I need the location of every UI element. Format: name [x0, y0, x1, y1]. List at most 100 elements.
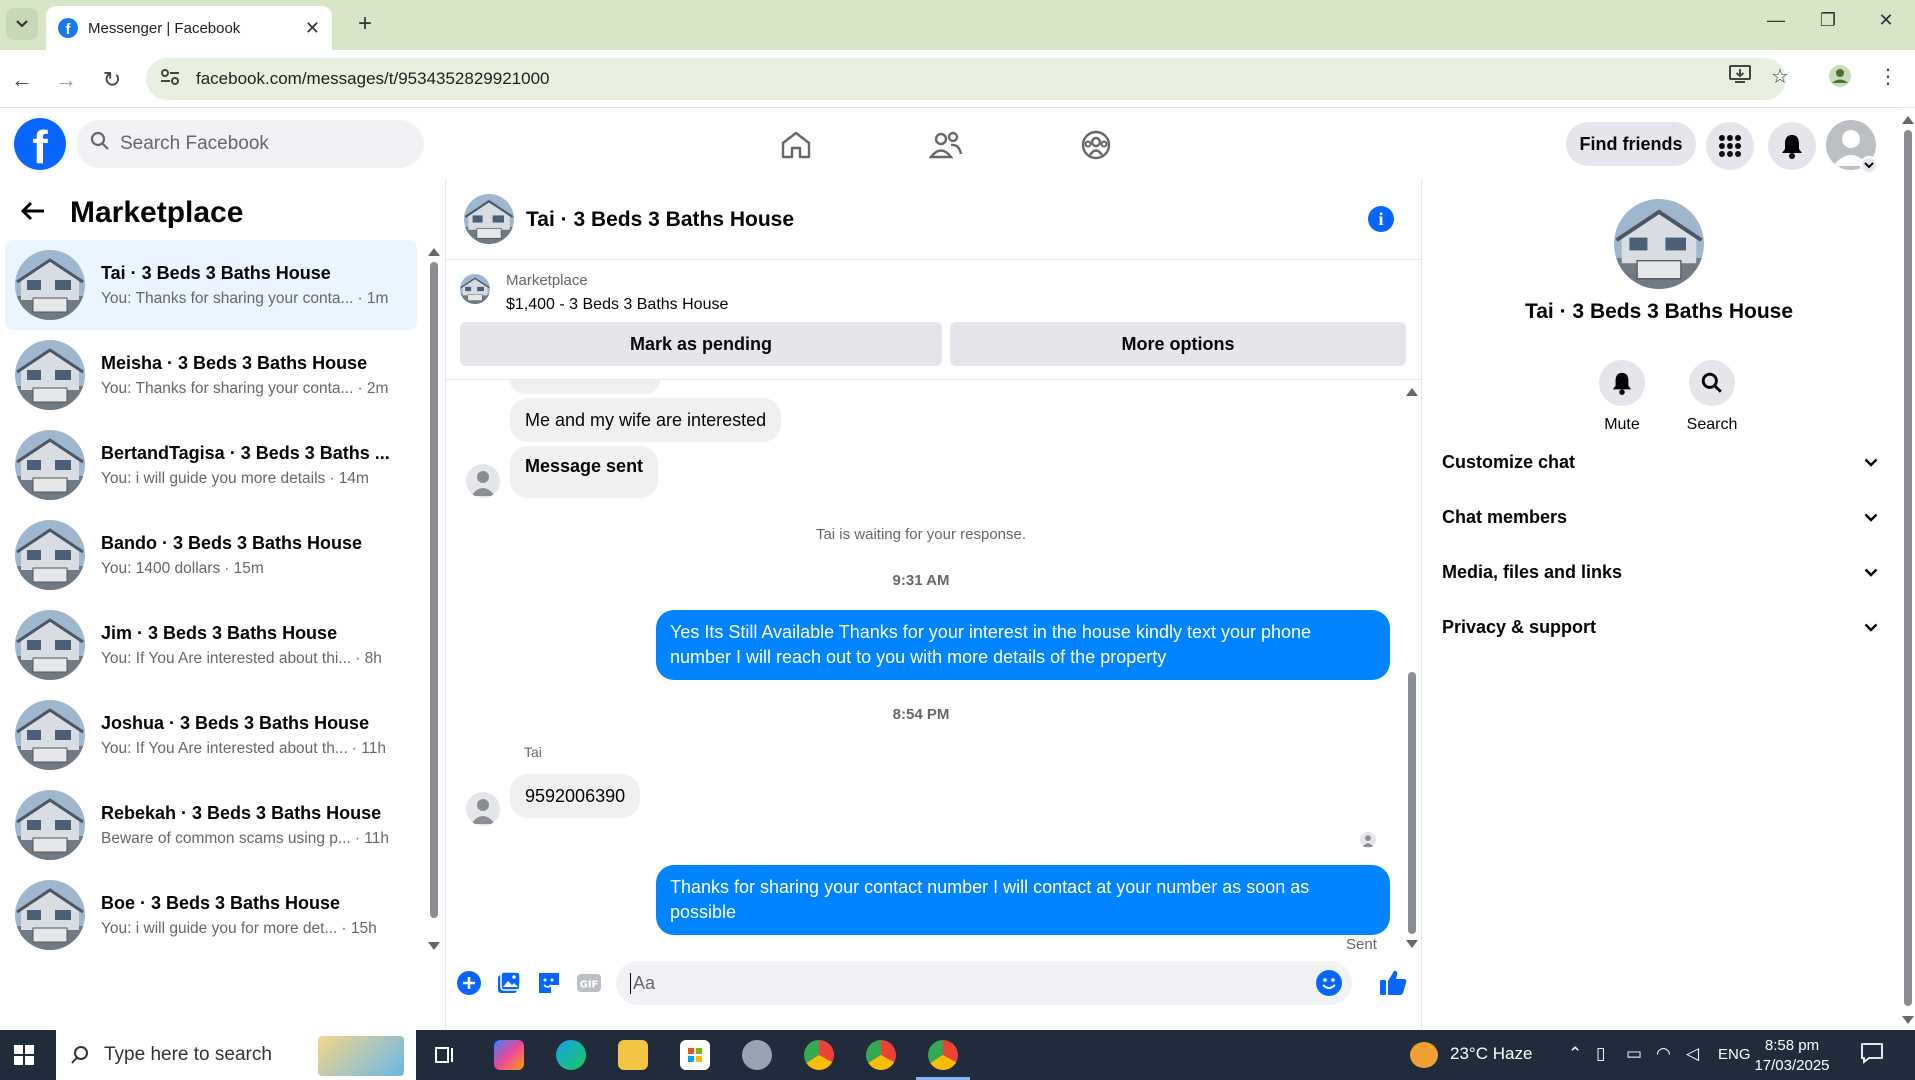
conversation-item[interactable]: Tai · 3 Beds 3 Baths House You: Thanks fo…	[5, 240, 417, 330]
composer-field[interactable]	[616, 961, 1352, 1005]
listing-thumbnail[interactable]	[460, 274, 490, 304]
back-button[interactable]: ←	[6, 64, 38, 96]
chrome-profile-icon[interactable]	[1824, 64, 1856, 94]
details-section[interactable]: Customize chat	[1442, 440, 1878, 484]
search-label: Search	[1686, 416, 1738, 433]
conversation-preview: You: Thanks for sharing your conta...	[101, 289, 354, 307]
snipping-tool-icon[interactable]	[742, 1040, 772, 1070]
conversation-item[interactable]: Rebekah · 3 Beds 3 Baths House Beware of …	[5, 780, 417, 870]
info-icon[interactable]: i	[1368, 206, 1394, 232]
microsoft-store-icon[interactable]	[680, 1040, 710, 1070]
conversation-item[interactable]: Joshua · 3 Beds 3 Baths House You: If You…	[5, 690, 417, 780]
message-text: possible	[670, 902, 737, 922]
tray-chevron-icon[interactable]: ⌃	[1568, 1044, 1582, 1064]
facebook-search-input[interactable]	[120, 133, 400, 155]
conversation-name: Jim · 3 Beds 3 Baths House	[101, 622, 338, 643]
sticker-icon[interactable]	[536, 970, 562, 996]
restore-button[interactable]: ❐	[1808, 10, 1848, 31]
conversation-avatar	[15, 880, 85, 950]
address-bar[interactable]: facebook.com/messages/t/9534352829921000	[146, 58, 1786, 100]
chat-title[interactable]: Tai · 3 Beds 3 Baths House	[526, 208, 794, 232]
gif-icon[interactable]: GIF	[576, 970, 602, 996]
details-avatar[interactable]	[1614, 199, 1704, 289]
conversation-avatar	[15, 610, 85, 680]
mute-button[interactable]: Mute	[1587, 360, 1657, 434]
taskbar-search-input[interactable]	[104, 1044, 304, 1066]
conversation-time: · 11h	[351, 739, 386, 757]
chrome-icon[interactable]	[866, 1040, 896, 1070]
task-view-icon[interactable]	[430, 1040, 460, 1070]
details-section[interactable]: Media, files and links	[1442, 550, 1878, 594]
details-section[interactable]: Privacy & support	[1442, 605, 1878, 649]
close-window-button[interactable]: ✕	[1866, 10, 1906, 31]
home-nav-icon[interactable]	[766, 124, 826, 166]
groups-nav-icon[interactable]	[1066, 124, 1126, 166]
details-section[interactable]: Chat members	[1442, 495, 1878, 539]
conversation-item[interactable]: Bando · 3 Beds 3 Baths House You: 1400 do…	[5, 510, 417, 600]
clock[interactable]: 8:58 pm 17/03/2025	[1742, 1036, 1842, 1076]
weather-icon[interactable]	[1410, 1042, 1438, 1068]
tab-search-button[interactable]	[6, 8, 38, 40]
like-thumbs-up-icon[interactable]	[1378, 968, 1408, 998]
copilot-icon[interactable]	[494, 1040, 524, 1070]
site-settings-icon[interactable]	[160, 68, 182, 91]
notification-center-icon[interactable]	[1860, 1042, 1884, 1069]
chrome-menu-icon[interactable]: ⋮	[1872, 64, 1904, 89]
chat-details-panel: Tai · 3 Beds 3 Baths House Mute Search C…	[1422, 180, 1900, 1030]
back-arrow-icon[interactable]	[20, 197, 50, 229]
account-chevron-icon[interactable]	[1860, 156, 1878, 174]
chevron-down-icon	[1864, 513, 1878, 522]
conversation-time: · 15h	[341, 919, 377, 937]
notifications-button[interactable]	[1768, 122, 1816, 170]
chrome-active-icon[interactable]	[916, 1040, 970, 1080]
message-bubble-incoming: Message sent	[510, 446, 659, 498]
chevron-down-icon	[1864, 623, 1878, 632]
wifi-icon[interactable]: ◠	[1656, 1044, 1671, 1064]
conversation-item[interactable]: Meisha · 3 Beds 3 Baths House You: Thanks…	[5, 330, 417, 420]
page-scrollbar[interactable]	[1900, 108, 1915, 1030]
friends-nav-icon[interactable]	[916, 124, 976, 166]
forward-button[interactable]: →	[50, 64, 82, 96]
bookmark-star-icon[interactable]: ☆	[1764, 64, 1796, 89]
find-friends-button[interactable]: Find friends	[1566, 122, 1696, 166]
volume-icon[interactable]: ◁	[1686, 1044, 1699, 1064]
more-options-button[interactable]: More options	[950, 322, 1406, 366]
search-in-chat-button[interactable]: Search	[1677, 360, 1747, 434]
emoji-icon[interactable]	[1316, 970, 1342, 996]
chat-avatar[interactable]	[464, 194, 514, 244]
search-highlight-icon	[318, 1036, 404, 1076]
browser-tab-messenger[interactable]: f Messenger | Facebook ✕	[46, 6, 332, 50]
conversation-item[interactable]: BertandTagisa · 3 Beds 3 Baths ... You: i…	[5, 420, 417, 510]
photo-icon[interactable]	[496, 970, 522, 996]
listing-label: Marketplace	[506, 272, 588, 289]
browser-toolbar: ← → ↻ facebook.com/messages/t/9534352829…	[0, 50, 1915, 108]
facebook-logo-icon[interactable]: f	[14, 118, 66, 170]
chrome-icon[interactable]	[804, 1040, 834, 1070]
mark-as-pending-button[interactable]: Mark as pending	[460, 322, 942, 366]
install-app-icon[interactable]	[1724, 64, 1756, 90]
message-input[interactable]	[630, 972, 1280, 994]
close-tab-icon[interactable]: ✕	[305, 18, 320, 39]
conversation-item[interactable]: Jim · 3 Beds 3 Baths House You: If You Ar…	[5, 600, 417, 690]
new-tab-button[interactable]: +	[350, 10, 380, 40]
timestamp: 9:31 AM	[892, 572, 950, 589]
weather-text[interactable]: 23°C Haze	[1450, 1044, 1532, 1064]
facebook-search[interactable]	[76, 120, 424, 168]
meet-icon[interactable]: ▯	[1596, 1044, 1605, 1064]
plus-icon[interactable]	[456, 970, 482, 996]
url-text[interactable]: facebook.com/messages/t/9534352829921000	[196, 69, 549, 89]
listing-title[interactable]: $1,400 - 3 Beds 3 Baths House	[506, 296, 728, 314]
reload-button[interactable]: ↻	[96, 64, 128, 96]
windows-start-icon[interactable]	[14, 1045, 34, 1065]
chat-scrollbar[interactable]	[1406, 380, 1418, 950]
waiting-notice: Tai is waiting for your response.	[815, 526, 1027, 543]
conversation-scrollbar[interactable]	[428, 248, 440, 950]
taskbar-search[interactable]	[56, 1030, 416, 1080]
conversation-time: · 15m	[224, 559, 264, 577]
menu-grid-button[interactable]	[1706, 122, 1754, 170]
edge-browser-icon[interactable]	[556, 1040, 586, 1070]
conversation-item[interactable]: Boe · 3 Beds 3 Baths House You: i will gu…	[5, 870, 417, 960]
minimize-button[interactable]: —	[1756, 10, 1796, 31]
battery-icon[interactable]: ▭	[1626, 1044, 1642, 1064]
file-explorer-icon[interactable]	[618, 1040, 648, 1070]
